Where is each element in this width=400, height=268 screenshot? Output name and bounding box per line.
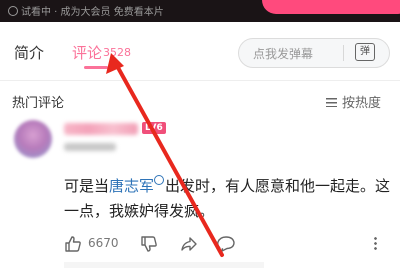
sort-by-hot-button[interactable]: 按热度 <box>326 92 381 111</box>
play-icon <box>8 6 18 16</box>
comment-link[interactable]: 唐志军 <box>109 175 165 195</box>
danmaku-icon[interactable]: 弹 <box>355 43 375 61</box>
danmaku-input[interactable]: 点我发弹幕 弹 <box>238 38 390 68</box>
like-icon[interactable] <box>64 234 82 254</box>
more-icon[interactable] <box>374 236 377 250</box>
tab-comments[interactable]: 评论 <box>72 42 102 63</box>
active-tab-indicator <box>84 66 108 69</box>
like-count: 6670 <box>88 236 119 250</box>
comment-actions: 6670 <box>64 234 394 256</box>
sort-label: 按热度 <box>342 96 382 111</box>
tab-intro[interactable]: 简介 <box>14 42 44 63</box>
tabs-row: 简介 评论 3528 点我发弹幕 弹 <box>0 22 400 80</box>
avatar[interactable] <box>14 120 52 158</box>
hot-comments-title: 热门评论 <box>12 96 65 111</box>
trial-label: 试看中 · 成为大会员 免费看本片 <box>21 7 164 18</box>
vip-button[interactable] <box>262 0 400 14</box>
reply-icon[interactable] <box>216 234 236 254</box>
username-blurred[interactable] <box>64 123 138 135</box>
video-top-strip: 试看中 · 成为大会员 免费看本片 <box>0 0 400 22</box>
tabs-divider <box>0 80 400 81</box>
sort-icon <box>326 98 337 107</box>
danmaku-divider <box>343 45 344 61</box>
search-link-icon <box>154 175 165 185</box>
danmaku-placeholder: 点我发弹幕 <box>253 47 314 61</box>
comment-meta-blurred <box>64 143 116 151</box>
trial-status-text: 试看中 · 成为大会员 免费看本片 <box>8 3 164 18</box>
comment-text: 可是当唐志军 出发时，有人愿意和他一起走。这一点，我嫉妒得发疯。 <box>64 174 394 224</box>
next-comment-edge <box>64 262 264 268</box>
comment-link-text: 唐志军 <box>109 177 155 195</box>
comment-text-before: 可是当 <box>64 177 110 195</box>
share-icon[interactable] <box>180 234 198 254</box>
level-badge: LV6 <box>142 122 166 134</box>
comment-count: 3528 <box>103 46 131 59</box>
dislike-icon[interactable] <box>140 234 158 254</box>
